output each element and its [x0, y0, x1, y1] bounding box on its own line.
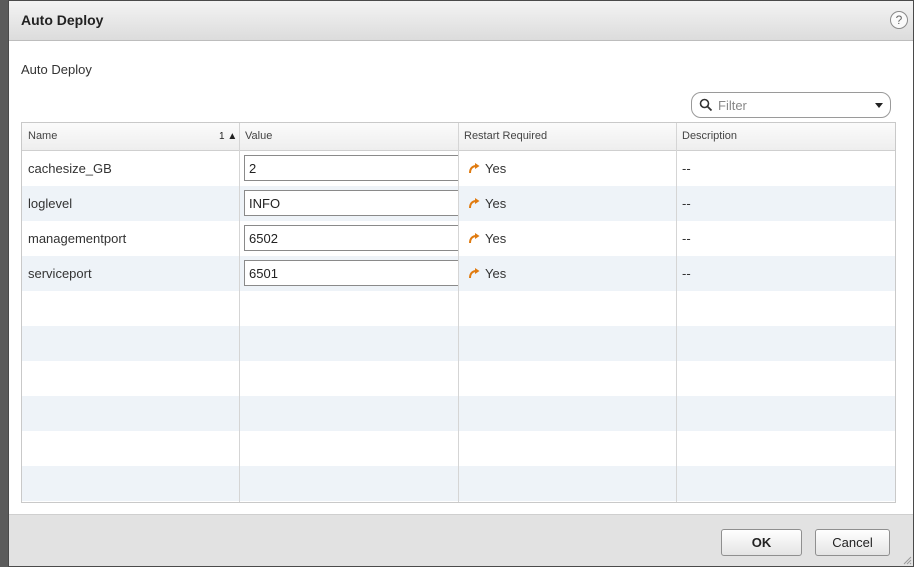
- table-row: loglevel Yes --: [22, 186, 895, 221]
- table-row: cachesize_GB Yes --: [22, 151, 895, 186]
- table-row: serviceport Yes --: [22, 256, 895, 291]
- restart-required-value: Yes: [485, 161, 507, 176]
- description-value: --: [682, 231, 691, 246]
- empty-row: [22, 326, 895, 361]
- grid-header: Name 1 ▲ Value Restart Required Descript…: [22, 123, 895, 151]
- setting-name: cachesize_GB: [28, 161, 112, 176]
- restart-required-value: Yes: [485, 266, 507, 281]
- empty-row: [22, 291, 895, 326]
- resize-grip-icon[interactable]: [902, 555, 912, 565]
- help-icon[interactable]: ?: [890, 11, 908, 29]
- description-value: --: [682, 161, 691, 176]
- cancel-button[interactable]: Cancel: [815, 529, 890, 556]
- empty-row: [22, 361, 895, 396]
- column-header-value[interactable]: Value: [239, 123, 458, 151]
- setting-value-input[interactable]: [244, 155, 459, 181]
- column-header-restart-required[interactable]: Restart Required: [458, 123, 676, 151]
- setting-value-input[interactable]: [244, 260, 459, 286]
- empty-row: [22, 466, 895, 501]
- dialog-titlebar[interactable]: Auto Deploy ?: [9, 1, 913, 41]
- setting-name: loglevel: [28, 196, 73, 211]
- auto-deploy-dialog: Auto Deploy ? Auto Deploy cachesize_GB Ye…: [8, 0, 914, 567]
- section-label: Auto Deploy: [21, 62, 92, 77]
- setting-name: managementport: [28, 231, 127, 246]
- description-value: --: [682, 196, 691, 211]
- empty-row: [22, 431, 895, 466]
- dialog-title: Auto Deploy: [21, 12, 104, 28]
- filter-input[interactable]: [718, 95, 858, 115]
- sort-indicator[interactable]: 1 ▲: [219, 123, 237, 151]
- description-value: --: [682, 266, 691, 281]
- column-header-name[interactable]: Name: [22, 123, 239, 151]
- filter-box[interactable]: [691, 92, 891, 118]
- restart-arrow-icon: [469, 268, 480, 279]
- settings-grid: cachesize_GBYes--loglevelYes--management…: [21, 122, 896, 503]
- empty-row: [22, 396, 895, 431]
- restart-required-value: Yes: [485, 196, 507, 211]
- ok-button[interactable]: OK: [721, 529, 802, 556]
- chevron-down-icon[interactable]: [875, 103, 883, 108]
- table-row: managementport Yes --: [22, 221, 895, 256]
- search-icon: [699, 98, 713, 112]
- restart-arrow-icon: [469, 163, 480, 174]
- column-header-description[interactable]: Description: [676, 123, 895, 151]
- restart-arrow-icon: [469, 198, 480, 209]
- setting-name: serviceport: [28, 266, 92, 281]
- setting-value-input[interactable]: [244, 225, 459, 251]
- setting-value-input[interactable]: [244, 190, 459, 216]
- restart-required-value: Yes: [485, 231, 507, 246]
- restart-arrow-icon: [469, 233, 480, 244]
